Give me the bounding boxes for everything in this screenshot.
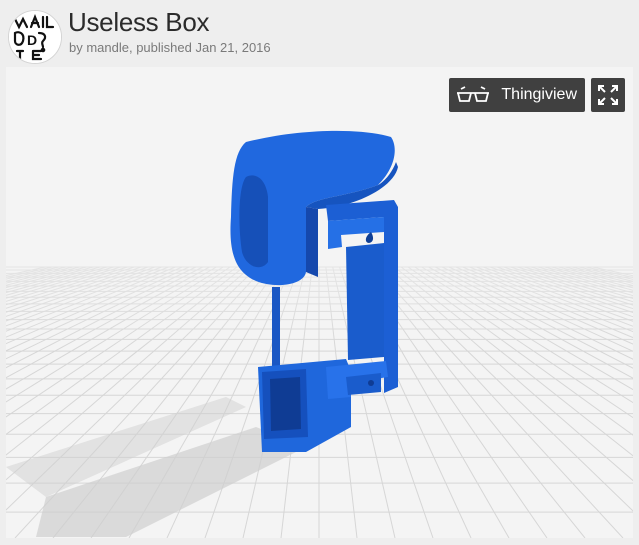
thingiview-button[interactable]: Thingiview <box>449 78 585 112</box>
fullscreen-expand-icon <box>598 85 618 105</box>
thing-header: D Useless Box by mandle, published Jan 2… <box>0 0 639 66</box>
model-viewer[interactable]: Thingiview <box>6 67 633 538</box>
fullscreen-button[interactable] <box>591 78 625 112</box>
user-avatar-icon: D <box>9 11 61 63</box>
thingiview-label: Thingiview <box>501 86 577 103</box>
thing-byline: by mandle, published Jan 21, 2016 <box>69 40 271 55</box>
viewer-scene[interactable] <box>6 67 633 538</box>
user-avatar[interactable]: D <box>8 10 62 64</box>
3d-glasses-icon <box>457 86 490 102</box>
svg-text:D: D <box>27 32 37 48</box>
thing-title[interactable]: Useless Box <box>68 7 210 38</box>
